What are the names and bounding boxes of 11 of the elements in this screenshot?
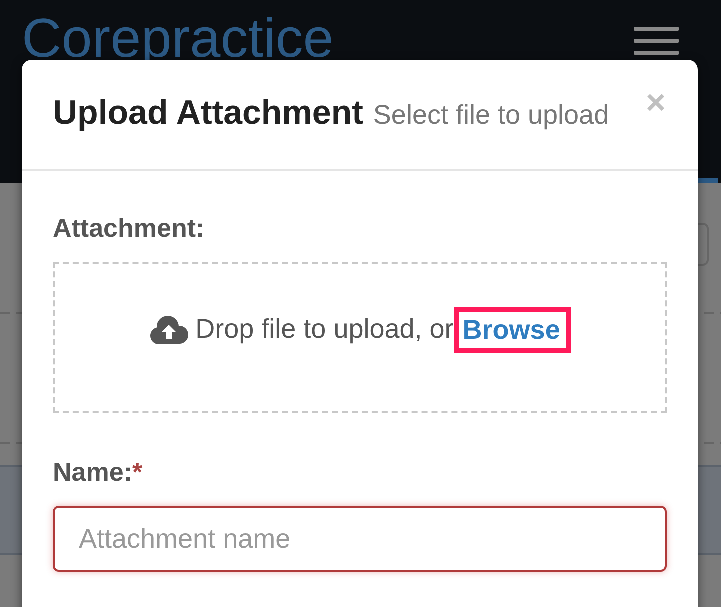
field-label: Attachment: <box>53 213 205 244</box>
modal-title: Upload Attachment <box>53 93 364 134</box>
required-asterisk: * <box>132 457 143 488</box>
field-label: Name: <box>53 457 132 488</box>
name-input[interactable]: Attachment name <box>53 506 667 572</box>
cloud-upload-icon <box>148 314 189 344</box>
menu-icon[interactable] <box>634 27 679 55</box>
file-dropzone[interactable]: Drop file to upload, or Browse <box>53 262 667 413</box>
dropzone-prompt: Drop file to upload, or <box>196 314 454 345</box>
modal-subtitle: Select file to upload <box>373 100 610 131</box>
browse-link[interactable]: Browse <box>462 314 560 346</box>
